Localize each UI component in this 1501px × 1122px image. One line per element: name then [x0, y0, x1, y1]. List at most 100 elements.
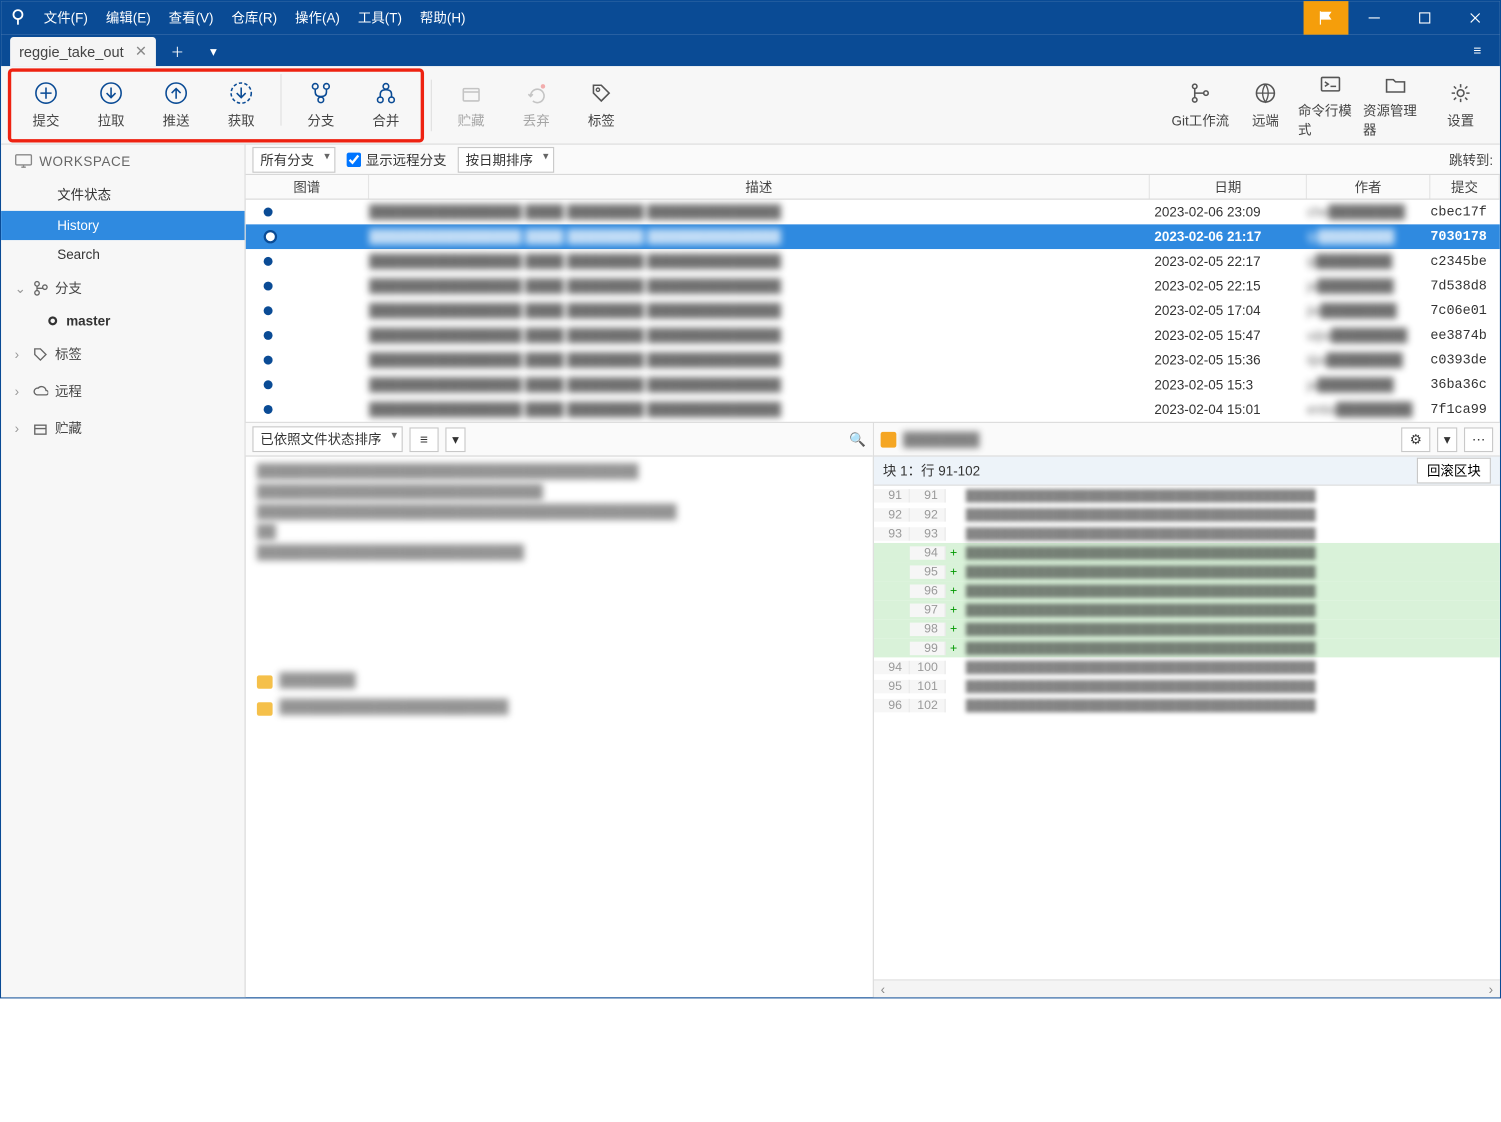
- add-tab-button[interactable]: ＋: [163, 37, 192, 66]
- close-tab-icon[interactable]: ✕: [135, 43, 147, 61]
- commit-row[interactable]: ████████████████ ████ ████████ █████████…: [246, 372, 1500, 397]
- notification-flag-icon[interactable]: [1304, 1, 1349, 35]
- col-author[interactable]: 作者: [1307, 175, 1430, 199]
- scroll-right-icon[interactable]: ›: [1482, 981, 1500, 997]
- maximize-button[interactable]: [1399, 1, 1449, 35]
- menu-action[interactable]: 操作(A): [286, 1, 349, 35]
- folder-item[interactable]: ████████: [257, 672, 862, 692]
- merge-button[interactable]: 合并: [353, 73, 418, 136]
- diff-settings-menu[interactable]: ▾: [1437, 427, 1457, 452]
- title-bar: 文件(F) 编辑(E) 查看(V) 仓库(R) 操作(A) 工具(T) 帮助(H…: [1, 1, 1500, 35]
- highlight-box: 提交 拉取 推送 获取 分支 合并: [8, 68, 424, 142]
- branch-button[interactable]: 分支: [288, 73, 353, 136]
- stash-button[interactable]: 贮藏: [439, 73, 504, 136]
- diff-line[interactable]: 94+█████████████████████████████████████…: [874, 543, 1500, 562]
- diff-line[interactable]: 95101███████████████████████████████████…: [874, 676, 1500, 695]
- repo-tab-label: reggie_take_out: [19, 43, 124, 60]
- column-header: 图谱 描述 日期 作者 提交: [246, 175, 1500, 200]
- list-view-button[interactable]: ≡: [409, 427, 438, 452]
- explorer-button[interactable]: 资源管理器: [1363, 73, 1428, 136]
- commit-row[interactable]: ████████████████ ████ ████████ █████████…: [246, 224, 1500, 249]
- diff-line[interactable]: 94100███████████████████████████████████…: [874, 657, 1500, 676]
- diff-line[interactable]: 9292████████████████████████████████████…: [874, 505, 1500, 524]
- scroll-left-icon[interactable]: ‹: [874, 981, 892, 997]
- file-icon: [881, 431, 897, 447]
- commit-row[interactable]: ████████████████ ████ ████████ █████████…: [246, 200, 1500, 225]
- list-view-menu[interactable]: ▾: [445, 427, 465, 452]
- commit-row[interactable]: ████████████████ ████ ████████ █████████…: [246, 274, 1500, 299]
- sidebar-remotes[interactable]: ›远程: [1, 372, 244, 409]
- search-icon[interactable]: 🔍: [849, 431, 866, 447]
- diff-line[interactable]: 9393████████████████████████████████████…: [874, 524, 1500, 543]
- diff-line[interactable]: 96102███████████████████████████████████…: [874, 696, 1500, 715]
- diff-line[interactable]: 98+█████████████████████████████████████…: [874, 619, 1500, 638]
- col-commit[interactable]: 提交: [1430, 175, 1500, 199]
- commit-row[interactable]: ████████████████ ████ ████████ █████████…: [246, 249, 1500, 274]
- diff-line[interactable]: 99+█████████████████████████████████████…: [874, 638, 1500, 657]
- repo-tab[interactable]: reggie_take_out ✕: [10, 37, 156, 66]
- folder-item[interactable]: ████████████████████████: [257, 699, 862, 719]
- diff-line[interactable]: 95+█████████████████████████████████████…: [874, 562, 1500, 581]
- revert-hunk-button[interactable]: 回滚区块: [1417, 458, 1491, 484]
- tag-button[interactable]: 标签: [569, 73, 634, 136]
- diff-line[interactable]: 9191████████████████████████████████████…: [874, 486, 1500, 505]
- repo-tab-row: reggie_take_out ✕ ＋ ▾ ≡: [1, 35, 1500, 66]
- menu-file[interactable]: 文件(F): [35, 1, 97, 35]
- minimize-button[interactable]: [1348, 1, 1398, 35]
- sidebar-branch-master[interactable]: master: [1, 306, 244, 335]
- cloud-icon: [33, 383, 49, 399]
- discard-button[interactable]: 丢弃: [504, 73, 569, 136]
- show-remote-checkbox[interactable]: 显示远程分支: [347, 150, 447, 169]
- diff-more-button[interactable]: ⋯: [1464, 427, 1493, 452]
- folder-icon: [257, 702, 273, 715]
- file-pane: 已依照文件状态排序 ≡ ▾ 🔍 ████████████████████████…: [246, 423, 874, 997]
- sidebar-stashes[interactable]: ›贮藏: [1, 409, 244, 446]
- file-sort-dropdown[interactable]: 已依照文件状态排序: [252, 426, 402, 452]
- commit-row[interactable]: ████████████████ ████ ████████ █████████…: [246, 323, 1500, 348]
- tag-icon: [33, 346, 49, 362]
- menu-view[interactable]: 查看(V): [160, 1, 223, 35]
- tab-menu-icon[interactable]: ▾: [199, 37, 228, 66]
- branch-icon: [33, 280, 49, 296]
- sidebar-file-status[interactable]: 文件状态: [1, 178, 244, 211]
- filter-bar: 所有分支 显示远程分支 按日期排序 跳转到:: [246, 145, 1500, 175]
- menu-help[interactable]: 帮助(H): [411, 1, 475, 35]
- fetch-button[interactable]: 获取: [209, 73, 274, 136]
- diff-line[interactable]: 96+█████████████████████████████████████…: [874, 581, 1500, 600]
- sidebar-branches[interactable]: ⌄ 分支: [1, 269, 244, 306]
- diff-settings-button[interactable]: ⚙: [1401, 427, 1430, 452]
- pull-button[interactable]: 拉取: [79, 73, 144, 136]
- monitor-icon: [15, 154, 33, 170]
- menu-repo[interactable]: 仓库(R): [222, 1, 286, 35]
- push-button[interactable]: 推送: [144, 73, 209, 136]
- col-graph[interactable]: 图谱: [246, 175, 369, 199]
- menu-edit[interactable]: 编辑(E): [97, 1, 160, 35]
- commit-row[interactable]: ████████████████ ████ ████████ █████████…: [246, 298, 1500, 323]
- dot-icon: [48, 316, 57, 325]
- terminal-button[interactable]: 命令行模式: [1298, 73, 1363, 136]
- stash-icon: [33, 420, 49, 436]
- col-desc[interactable]: 描述: [369, 175, 1150, 199]
- sidebar-tags[interactable]: ›标签: [1, 335, 244, 372]
- commit-list: ████████████████ ████ ████████ █████████…: [246, 200, 1500, 422]
- gitflow-button[interactable]: Git工作流: [1168, 73, 1233, 136]
- col-date[interactable]: 日期: [1150, 175, 1307, 199]
- commit-button[interactable]: 提交: [13, 73, 78, 136]
- sidebar: WORKSPACE 文件状态 History Search ⌄ 分支 maste…: [1, 145, 246, 998]
- sort-dropdown[interactable]: 按日期排序: [458, 146, 554, 172]
- scrollbar[interactable]: ‹ ›: [874, 979, 1500, 997]
- commit-row[interactable]: ████████████████ ████ ████████ █████████…: [246, 397, 1500, 422]
- commit-row[interactable]: ████████████████ ████ ████████ █████████…: [246, 348, 1500, 373]
- sidebar-history[interactable]: History: [1, 211, 244, 240]
- hamburger-icon[interactable]: ≡: [1455, 35, 1500, 66]
- chevron-right-icon: ›: [15, 383, 26, 399]
- sidebar-search[interactable]: Search: [1, 240, 244, 269]
- diff-line[interactable]: 97+█████████████████████████████████████…: [874, 600, 1500, 619]
- settings-button[interactable]: 设置: [1428, 73, 1493, 136]
- close-button[interactable]: [1449, 1, 1499, 35]
- menu-tool[interactable]: 工具(T): [349, 1, 411, 35]
- chevron-down-icon: ⌄: [15, 280, 26, 296]
- remote-button[interactable]: 远端: [1233, 73, 1298, 136]
- branch-filter-dropdown[interactable]: 所有分支: [252, 146, 335, 172]
- diff-pane: ████████ ⚙ ▾ ⋯ 块 1：行 91-102 回滚区块 9191███…: [874, 423, 1500, 997]
